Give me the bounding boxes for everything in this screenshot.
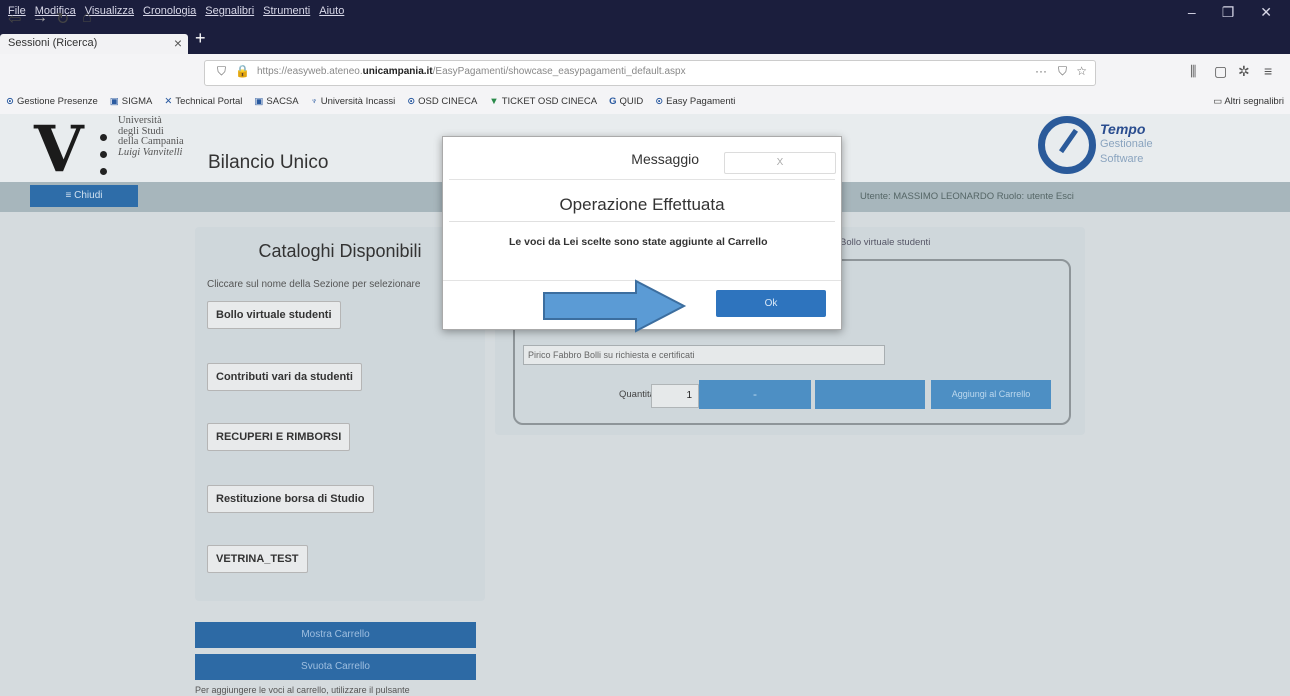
detail-title: Bollo virtuale studenti [840, 237, 931, 248]
hamburger-menu-icon[interactable]: ≡ [1264, 63, 1272, 79]
back-icon[interactable]: ⇦ [8, 9, 21, 29]
lock-icon: 🔒 [235, 64, 250, 78]
catalog-item-restituzione[interactable]: Restituzione borsa di Studio [207, 485, 374, 513]
forward-icon[interactable]: → [32, 9, 48, 27]
sidebar-icon[interactable]: ▢ [1214, 63, 1227, 80]
bookmark-item[interactable]: ▣ SACSA [254, 96, 298, 107]
user-info: Utente: MASSIMO LEONARDO Ruolo: utente E… [860, 191, 1074, 202]
menu-strumenti[interactable]: Strumenti [263, 5, 310, 17]
close-menu-button[interactable]: ≡ Chiudi [30, 185, 138, 207]
bookmark-item[interactable]: ✕ Technical Portal [164, 96, 242, 107]
browser-menubar: File Modifica Visualizza Cronologia Segn… [0, 0, 1290, 26]
bookmark-item[interactable]: G QUID [609, 96, 643, 107]
menu-segnalibri[interactable]: Segnalibri [205, 5, 254, 17]
dialog-heading: Operazione Effettuata [559, 195, 725, 214]
quantity-input[interactable]: 1 [651, 384, 699, 408]
tab-strip [0, 26, 1290, 54]
dialog-message: Le voci da Lei scelte sono state aggiunt… [509, 236, 768, 248]
window-controls: – ❐ ✕ [1188, 4, 1272, 21]
university-logo: V [34, 114, 84, 187]
catalog-item-bollo[interactable]: Bollo virtuale studenti [207, 301, 341, 329]
reload-icon[interactable]: ↻ [56, 9, 69, 29]
catalog-item-contributi[interactable]: Contributi vari da studenti [207, 363, 362, 391]
bookmarks-bar: ⊙ Gestione Presenze ▣ SIGMA ✕ Technical Por… [0, 92, 1290, 115]
dialog-close-button[interactable]: X [724, 152, 836, 174]
more-actions-icon[interactable]: ··· [1035, 64, 1047, 78]
increase-button[interactable] [815, 380, 925, 409]
catalog-item-recuperi[interactable]: RECUPERI E RIMBORSI [207, 423, 351, 451]
browser-tab[interactable]: Sessioni (Ricerca) × [0, 34, 188, 54]
catalog-hint: Cliccare sul nome della Sezione per sele… [207, 279, 421, 290]
minimize-button[interactable]: – [1188, 4, 1196, 21]
menu-cronologia[interactable]: Cronologia [143, 5, 196, 17]
dialog-header: Messaggio X [449, 141, 836, 180]
dialog-title: Messaggio [631, 151, 699, 167]
dialog-heading-bar: Operazione Effettuata [449, 185, 835, 222]
maximize-button[interactable]: ❐ [1222, 4, 1235, 21]
bookmark-item[interactable]: ♆ Università Incassi [311, 96, 396, 107]
catalog-item-vetrina[interactable]: VETRINA_TEST [207, 545, 308, 573]
bookmark-item[interactable]: ⊙ Easy Pagamenti [655, 96, 735, 107]
pocket-icon[interactable]: ⛉ [1058, 64, 1067, 79]
bookmark-item[interactable]: ⊙ Gestione Presenze [6, 96, 98, 107]
brand-name: Tempo Gestionale Software [1100, 121, 1153, 166]
quantity-label: Quantità [619, 389, 655, 400]
new-tab-icon[interactable]: + [195, 28, 206, 49]
menu-visualizza[interactable]: Visualizza [85, 5, 134, 17]
bookmark-item[interactable]: ▣ SIGMA [110, 96, 153, 107]
logo-dots [100, 134, 108, 185]
other-bookmarks[interactable]: ▭ Altri segnalibri [1213, 96, 1284, 107]
bookmark-item[interactable]: ⊙ OSD CINECA [407, 96, 477, 107]
product-select[interactable]: Pirico Fabbro Bolli su richiesta e certi… [523, 345, 885, 365]
folder-icon: ▭ [1213, 96, 1225, 107]
menu-aiuto[interactable]: Aiuto [319, 5, 344, 17]
ok-button[interactable]: Ok [716, 290, 826, 317]
footer-note: Per aggiungere le voci al carrello, util… [195, 685, 410, 695]
tab-title: Sessioni (Ricerca) [8, 37, 98, 49]
star-icon[interactable]: ☆ [1076, 64, 1087, 78]
close-window-button[interactable]: ✕ [1260, 4, 1272, 21]
university-name: Università degli Studi della Campania Lu… [118, 115, 184, 158]
shield-icon[interactable]: ⛉ [217, 64, 226, 79]
bookmark-item[interactable]: ▼ TICKET OSD CINECA [489, 96, 597, 107]
add-to-cart-button[interactable]: Aggiungi al Carrello [931, 380, 1051, 409]
extension-icon[interactable]: ✲ [1238, 63, 1250, 80]
empty-cart-button[interactable]: Svuota Carrello [195, 654, 476, 680]
tab-close-icon[interactable]: × [174, 35, 182, 51]
url-bar[interactable]: ⛉ 🔒 https://easyweb.ateneo.unicampania.i… [204, 60, 1096, 86]
library-icon[interactable]: ⫼ [1190, 63, 1196, 80]
url-text: https://easyweb.ateneo.unicampania.it/Ea… [257, 66, 686, 77]
bookmark-list: ⊙ Gestione Presenze ▣ SIGMA ✕ Technical Por… [6, 96, 735, 107]
home-icon[interactable]: ⌂ [82, 9, 92, 27]
app-title: Bilancio Unico [208, 152, 329, 173]
decrease-button[interactable]: - [699, 380, 811, 409]
show-cart-button[interactable]: Mostra Carrello [195, 622, 476, 648]
annotation-arrow-icon [543, 279, 687, 333]
